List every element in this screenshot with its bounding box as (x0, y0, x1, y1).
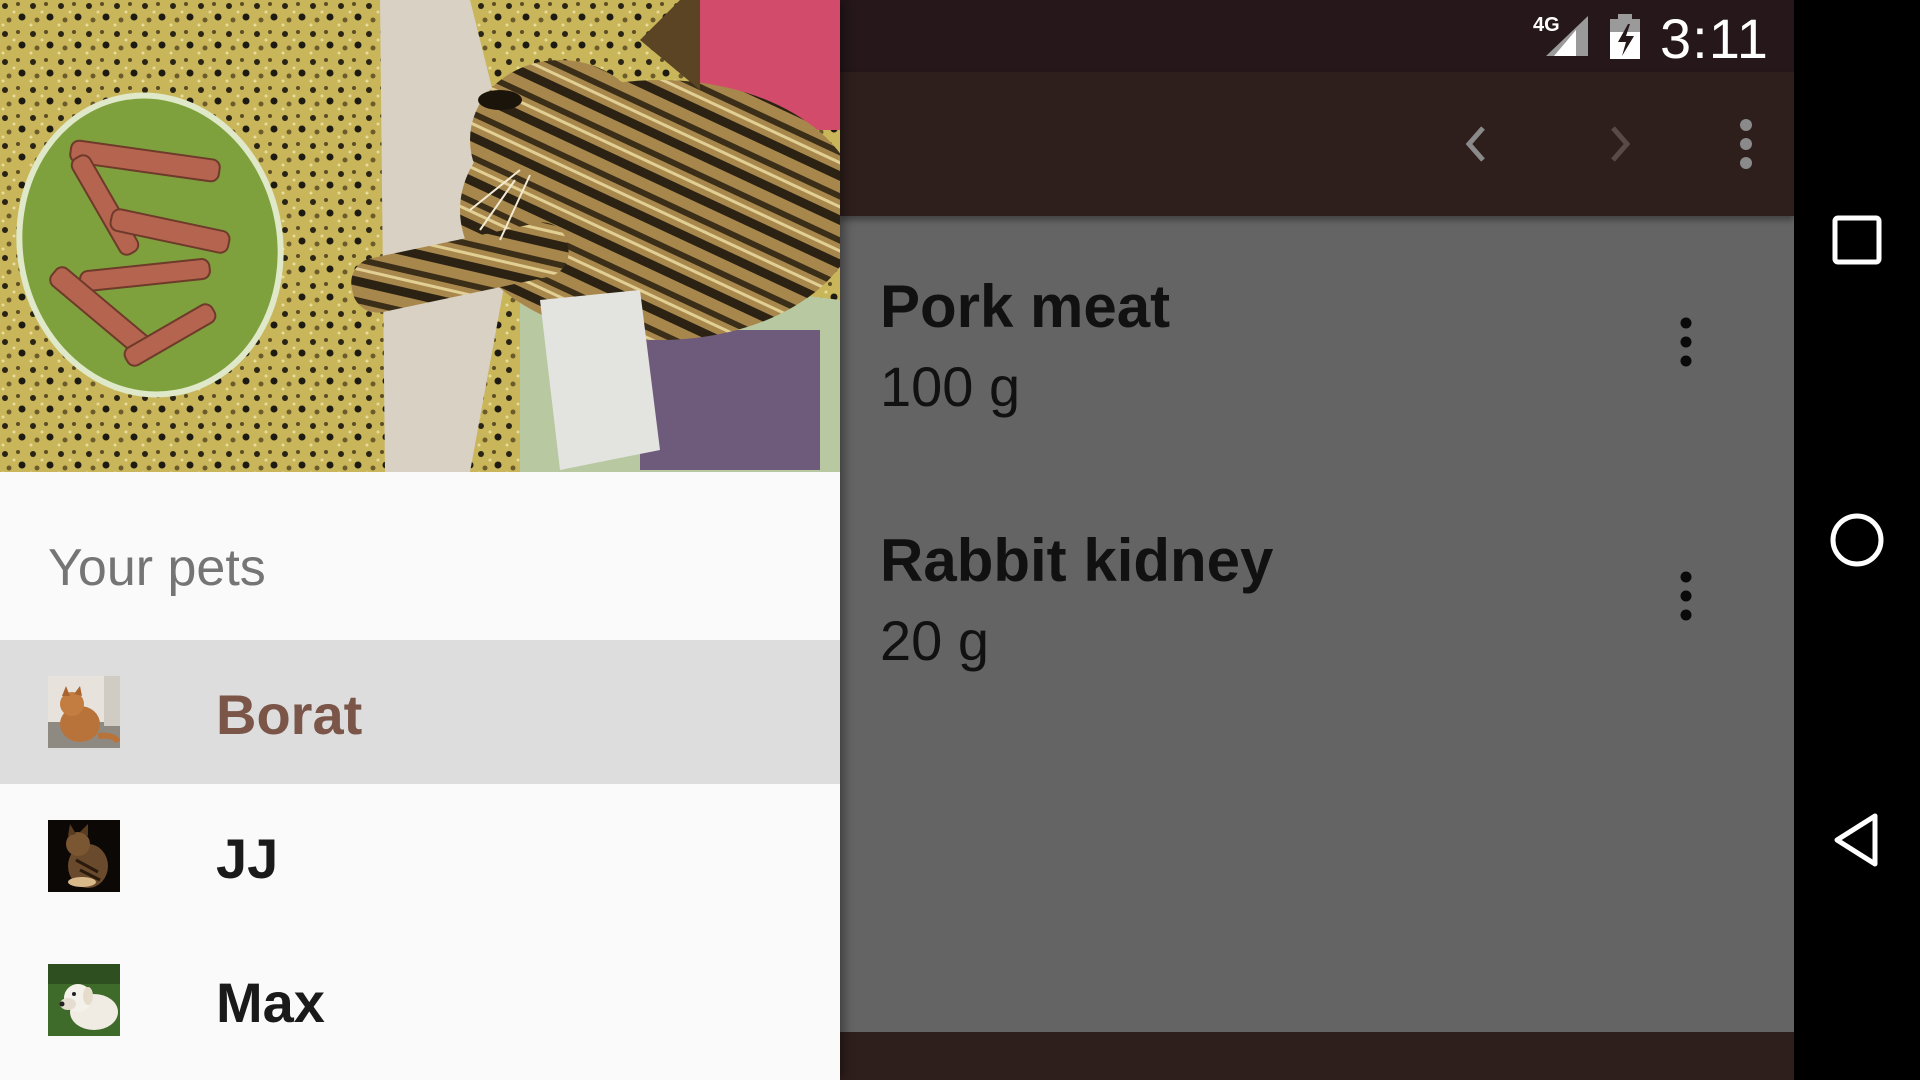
pet-avatar (48, 820, 120, 892)
food-list: Pork meat 100 g Rabbit kidney 20 g (840, 216, 1794, 1032)
food-item[interactable]: Pork meat 100 g (840, 216, 1794, 466)
recents-button[interactable] (1824, 207, 1890, 273)
app-toolbar (840, 72, 1794, 216)
app-screen: 4G 3:11 Pork meat 100 g Rabbit kidney 20… (0, 0, 1794, 1080)
signal-icon (1546, 16, 1588, 56)
navigation-drawer: Your pets Borat JJ Max (0, 0, 840, 1080)
more-vert-icon (1680, 571, 1692, 621)
previous-day-button[interactable] (1446, 114, 1506, 174)
food-item[interactable]: Rabbit kidney 20 g (840, 470, 1794, 720)
pet-name: JJ (216, 827, 279, 890)
food-amount: 100 g (880, 355, 1021, 418)
pet-item-max[interactable]: Max (0, 928, 840, 1072)
food-item-more-button[interactable] (1662, 312, 1710, 372)
pet-name: Max (216, 971, 325, 1034)
chevron-left-icon (1465, 126, 1485, 162)
food-name: Pork meat (880, 273, 1171, 340)
recents-square-icon (1832, 215, 1882, 265)
food-item-more-button[interactable] (1662, 566, 1710, 626)
chevron-right-icon (1611, 126, 1631, 162)
bottom-bar (840, 1032, 1794, 1080)
drawer-header-image (0, 0, 840, 472)
pet-avatar (48, 676, 120, 748)
back-button[interactable] (1824, 807, 1890, 873)
battery-icon (1610, 14, 1640, 59)
pet-avatar (48, 964, 120, 1036)
home-button[interactable] (1824, 507, 1890, 573)
next-day-button[interactable] (1590, 114, 1650, 174)
pet-item-borat[interactable]: Borat (0, 640, 840, 784)
food-name: Rabbit kidney (880, 527, 1274, 594)
status-clock: 3:11 (1660, 7, 1769, 70)
food-amount: 20 g (880, 609, 989, 672)
drawer-section-title: Your pets (48, 539, 266, 597)
home-circle-icon (1830, 513, 1884, 567)
pet-item-jj[interactable]: JJ (0, 784, 840, 928)
pet-name: Borat (216, 683, 363, 746)
system-nav-bar (1794, 0, 1920, 1080)
more-vert-icon (1740, 119, 1752, 169)
toolbar-overflow-button[interactable] (1716, 114, 1776, 174)
back-triangle-icon (1834, 813, 1878, 867)
more-vert-icon (1680, 317, 1692, 367)
